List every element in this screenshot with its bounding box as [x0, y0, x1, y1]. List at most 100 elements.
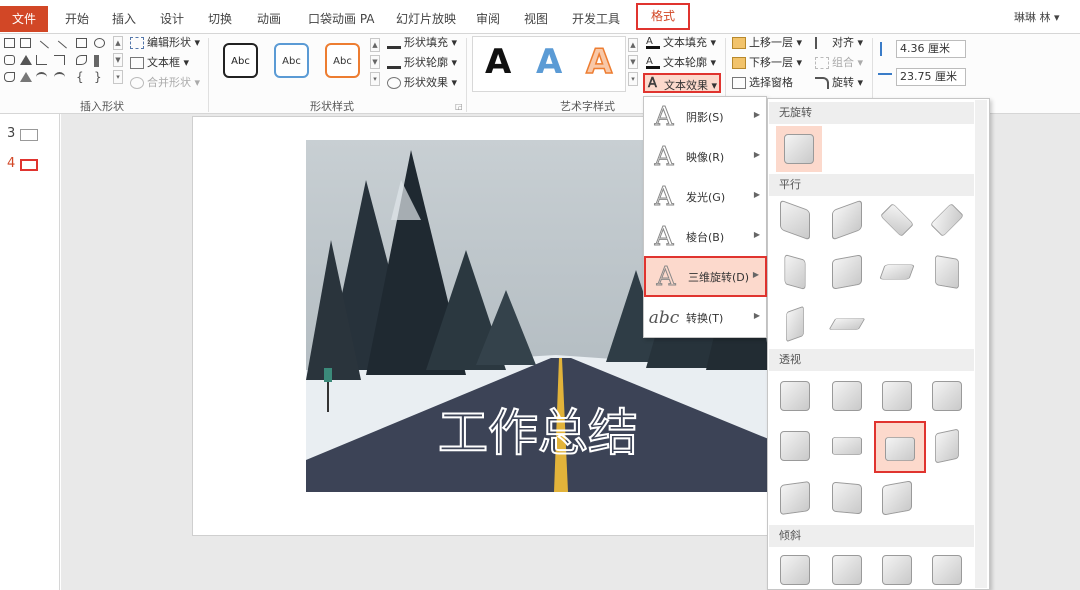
group-button[interactable]: 组合 ▾: [815, 54, 863, 72]
tab-design[interactable]: 设计: [160, 10, 184, 27]
menu-item-transform[interactable]: abc 转换(T) ▶: [644, 299, 766, 337]
elbow-arrow-icon[interactable]: [54, 55, 65, 65]
edit-shape-button[interactable]: 编辑形状 ▾: [130, 34, 200, 52]
height-input[interactable]: 4.36 厘米: [896, 40, 966, 58]
rect-shape-icon[interactable]: [4, 38, 15, 48]
rotation-preset-perspective[interactable]: [776, 479, 814, 517]
rotate-button[interactable]: 旋转 ▾: [815, 74, 863, 92]
down-arrow-shape-icon[interactable]: [94, 55, 105, 67]
tab-view[interactable]: 视图: [524, 10, 548, 27]
selection-pane-button[interactable]: 选择窗格: [732, 74, 793, 92]
user-account[interactable]: 琳琳 林 ▾: [1014, 9, 1060, 25]
rotation-preset-perspective[interactable]: [928, 427, 966, 465]
align-button[interactable]: 对齐 ▾: [815, 34, 863, 52]
rotation-preset-parallel[interactable]: [776, 199, 814, 241]
shape-styles-more[interactable]: ▾: [370, 72, 380, 86]
text-outline-button[interactable]: A 文本轮廓 ▾: [646, 54, 716, 72]
shape-outline-button[interactable]: 形状轮廓 ▾: [387, 54, 457, 72]
text-effects-button[interactable]: A 文本效果 ▾: [643, 73, 721, 93]
arc-shape-icon[interactable]: [76, 55, 87, 65]
wordart-style-black[interactable]: A: [485, 40, 511, 84]
rotation-preset-perspective[interactable]: [776, 377, 814, 415]
rotation-preset-oblique[interactable]: [776, 551, 814, 589]
brace-right-icon[interactable]: }: [94, 71, 105, 83]
rotation-preset-parallel[interactable]: [878, 201, 916, 239]
shapes-gallery[interactable]: { }: [2, 36, 120, 90]
tab-review[interactable]: 审阅: [476, 10, 500, 27]
rotation-preset-parallel[interactable]: [928, 201, 966, 239]
rotation-preset-perspective-selected[interactable]: [874, 421, 926, 473]
rotation-preset-perspective[interactable]: [828, 377, 866, 415]
rotation-preset-perspective[interactable]: [878, 479, 916, 517]
rotation-preset-parallel[interactable]: [878, 253, 916, 291]
shape-style-3[interactable]: Abc: [325, 43, 360, 78]
rotation-preset-perspective[interactable]: [878, 377, 916, 415]
merge-shapes-button[interactable]: 合并形状 ▾: [130, 74, 200, 92]
shape-effects-button[interactable]: 形状效果 ▾: [387, 74, 457, 92]
rotation-preset-none[interactable]: [776, 126, 822, 172]
tab-pocket-animation[interactable]: 口袋动画 PA: [308, 10, 375, 27]
square-shape-icon[interactable]: [76, 38, 87, 48]
rotation-preset-oblique[interactable]: [828, 551, 866, 589]
tab-home[interactable]: 开始: [65, 10, 89, 27]
rotation-preset-parallel[interactable]: [828, 253, 866, 291]
slide-thumbnail[interactable]: [20, 129, 38, 141]
oval-shape-icon[interactable]: [94, 38, 105, 48]
curve2-shape-icon[interactable]: [54, 72, 65, 82]
freeform-shape-icon[interactable]: [4, 72, 15, 82]
slide-thumbnail-selected[interactable]: [20, 159, 38, 171]
tab-file[interactable]: 文件: [0, 6, 48, 32]
tab-animations[interactable]: 动画: [257, 10, 281, 27]
rotation-preset-perspective[interactable]: [776, 427, 814, 465]
rotation-preset-parallel[interactable]: [928, 253, 966, 291]
shapes-scroll-up[interactable]: ▲: [113, 36, 123, 50]
wordart-more[interactable]: ▾: [628, 72, 638, 86]
menu-item-3d-rotation[interactable]: A 三维旋转(D) ▶: [644, 256, 767, 297]
shape-style-1[interactable]: Abc: [223, 43, 258, 78]
menu-item-bevel[interactable]: A 棱台(B) ▶: [644, 218, 766, 256]
rotation-preset-parallel[interactable]: [776, 305, 814, 343]
wordart-scroll-up[interactable]: ▲: [628, 38, 638, 52]
elbow-connector-icon[interactable]: [36, 55, 47, 65]
shape-styles-scroll-up[interactable]: ▲: [370, 38, 380, 52]
rotation-preset-perspective[interactable]: [828, 479, 866, 517]
rotation-preset-oblique[interactable]: [878, 551, 916, 589]
wordart-scroll-down[interactable]: ▼: [628, 55, 638, 69]
width-input[interactable]: 23.75 厘米: [896, 68, 966, 86]
arrow-shape-icon[interactable]: [52, 40, 67, 56]
wordart-style-orange[interactable]: A: [585, 40, 613, 84]
rotation-preset-perspective[interactable]: [928, 377, 966, 415]
rotation-preset-parallel[interactable]: [828, 305, 866, 343]
bring-forward-button[interactable]: 上移一层 ▾: [732, 34, 802, 52]
send-backward-button[interactable]: 下移一层 ▾: [732, 54, 802, 72]
shape-style-2[interactable]: Abc: [274, 43, 309, 78]
shapes-more[interactable]: ▾: [113, 70, 123, 84]
tab-transitions[interactable]: 切换: [208, 10, 232, 27]
tab-developer[interactable]: 开发工具: [572, 10, 620, 27]
wordart-style-blue[interactable]: A: [536, 40, 562, 84]
curve-shape-icon[interactable]: [36, 72, 47, 82]
triangle2-shape-icon[interactable]: [20, 72, 32, 82]
shape-fill-button[interactable]: 形状填充 ▾: [387, 34, 457, 52]
tab-format[interactable]: 格式: [636, 3, 690, 30]
triangle-shape-icon[interactable]: [20, 55, 32, 65]
dialog-launcher-icon[interactable]: ◲: [455, 102, 463, 111]
gallery-scrollbar[interactable]: [975, 100, 987, 588]
shape-styles-scroll-down[interactable]: ▼: [370, 55, 380, 69]
menu-item-reflection[interactable]: A 映像(R) ▶: [644, 138, 766, 176]
rounded-rect-shape-icon[interactable]: [4, 55, 15, 65]
rotation-preset-oblique[interactable]: [928, 551, 966, 589]
rotation-preset-perspective[interactable]: [828, 427, 866, 465]
text-fill-button[interactable]: A 文本填充 ▾: [646, 34, 716, 52]
menu-item-shadow[interactable]: A 阴影(S) ▶: [644, 98, 766, 136]
rotation-preset-parallel[interactable]: [776, 253, 814, 291]
textbox-shape-icon[interactable]: [20, 38, 31, 48]
menu-item-glow[interactable]: A 发光(G) ▶: [644, 178, 766, 216]
text-box-button[interactable]: 文本框 ▾: [130, 54, 189, 72]
shapes-scroll-down[interactable]: ▼: [113, 53, 123, 67]
slide-title[interactable]: 工作总结: [437, 403, 639, 463]
brace-left-icon[interactable]: {: [76, 71, 87, 83]
tab-insert[interactable]: 插入: [112, 10, 136, 27]
rotation-preset-parallel[interactable]: [828, 199, 866, 241]
line-shape-icon[interactable]: [34, 40, 49, 56]
